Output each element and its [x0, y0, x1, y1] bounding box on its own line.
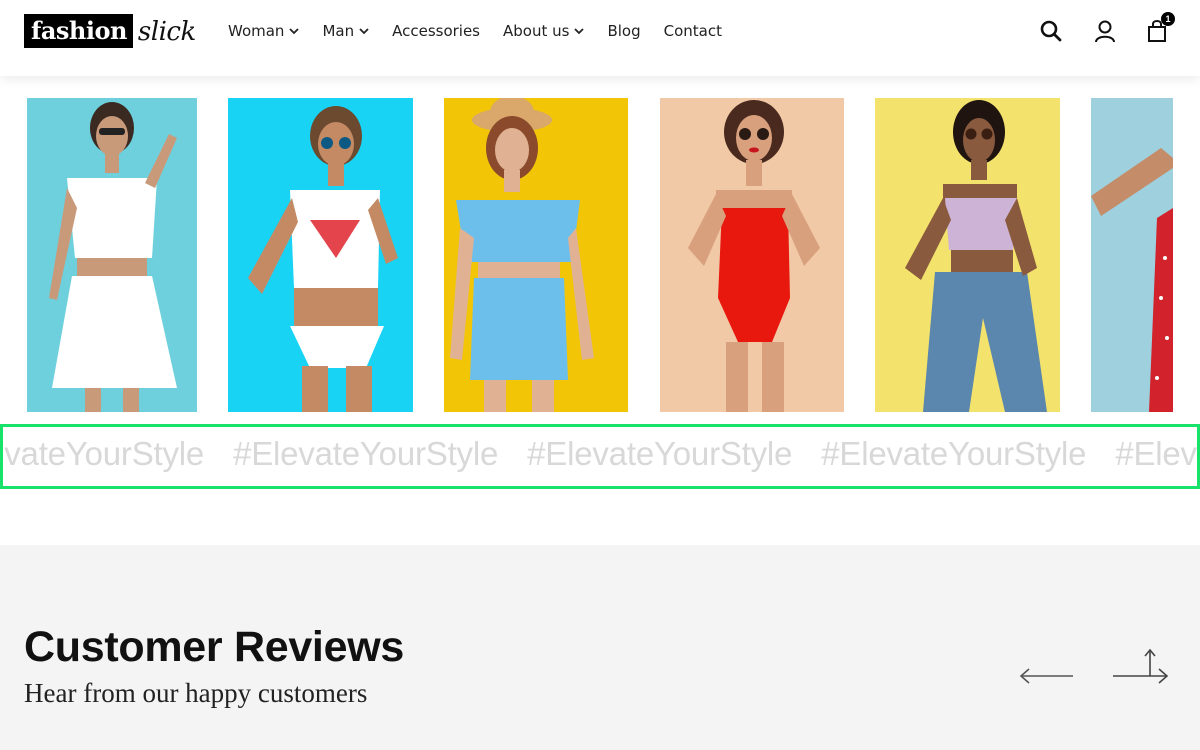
gallery-photo[interactable]: [1091, 98, 1173, 412]
marquee-hashtag: #ElevateYourStyle: [821, 435, 1087, 472]
nav-item-label: Blog: [607, 22, 641, 40]
model-photo-image: [444, 98, 628, 412]
nav-item-label: Accessories: [392, 22, 480, 40]
chevron-down-icon: [359, 27, 369, 35]
gallery-photo[interactable]: [27, 98, 197, 412]
nav-item-contact[interactable]: Contact: [664, 22, 722, 40]
marquee-track: #ElevateYourStyle #ElevateYourStyle #Eleva…: [3, 427, 1197, 486]
model-photo-image: [1091, 98, 1173, 412]
hashtag-marquee: #ElevateYourStyle #ElevateYourStyle #Eleva…: [0, 424, 1200, 489]
marquee-hashtag: #ElevateYourStyle: [3, 435, 205, 472]
nav-item-label: About us: [503, 22, 570, 40]
arrow-right-icon: [1113, 648, 1169, 684]
nav-item-label: Man: [322, 22, 355, 40]
arrow-left-icon: [1019, 668, 1073, 684]
cart-count-badge: 1: [1161, 12, 1175, 26]
reviews-next-button[interactable]: [1111, 648, 1169, 688]
marquee-hashtag: #ElevateYourStyle: [527, 435, 793, 472]
chevron-down-icon: [574, 27, 585, 35]
cart-button[interactable]: 1: [1145, 12, 1175, 46]
logo-script: slick: [137, 17, 196, 47]
gallery-photo[interactable]: [228, 98, 413, 412]
nav-item-label: Contact: [663, 22, 722, 40]
user-icon[interactable]: [1093, 18, 1119, 46]
nav-item-blog[interactable]: Blog: [607, 22, 640, 40]
chevron-down-icon: [289, 27, 300, 35]
brand-logo[interactable]: fashion slick: [24, 14, 196, 48]
section-title: Customer Reviews: [24, 623, 404, 671]
model-photo-image: [27, 98, 197, 412]
gallery-photo[interactable]: [875, 98, 1060, 412]
model-photo-image: [660, 98, 844, 412]
model-photo-image: [875, 98, 1060, 412]
nav-item-woman[interactable]: Woman: [228, 22, 300, 40]
marquee-hashtag: #ElevateYourStyle: [233, 435, 499, 472]
nav-item-accessories[interactable]: Accessories: [392, 22, 480, 40]
nav-item-about-us[interactable]: About us: [503, 22, 585, 40]
gallery-photo[interactable]: [660, 98, 844, 412]
section-subtitle: Hear from our happy customers: [24, 678, 368, 708]
customer-reviews-section: Customer Reviews Hear from our happy cus…: [0, 545, 1200, 750]
search-icon[interactable]: [1039, 18, 1065, 46]
model-gallery: [0, 98, 1200, 412]
main-nav: Woman Man Accessories About us Blog Cont…: [228, 20, 745, 42]
logo-wordmark: fashion: [24, 14, 133, 48]
gallery-photo[interactable]: [444, 98, 628, 412]
reviews-prev-button[interactable]: [1019, 648, 1077, 688]
nav-item-label: Woman: [228, 22, 285, 40]
model-photo-image: [228, 98, 413, 412]
marquee-hashtag: #ElevateYourStyle: [1115, 435, 1197, 472]
nav-item-man[interactable]: Man: [322, 22, 369, 40]
site-header: fashion slick Woman Man Accessories Abou…: [0, 0, 1200, 76]
